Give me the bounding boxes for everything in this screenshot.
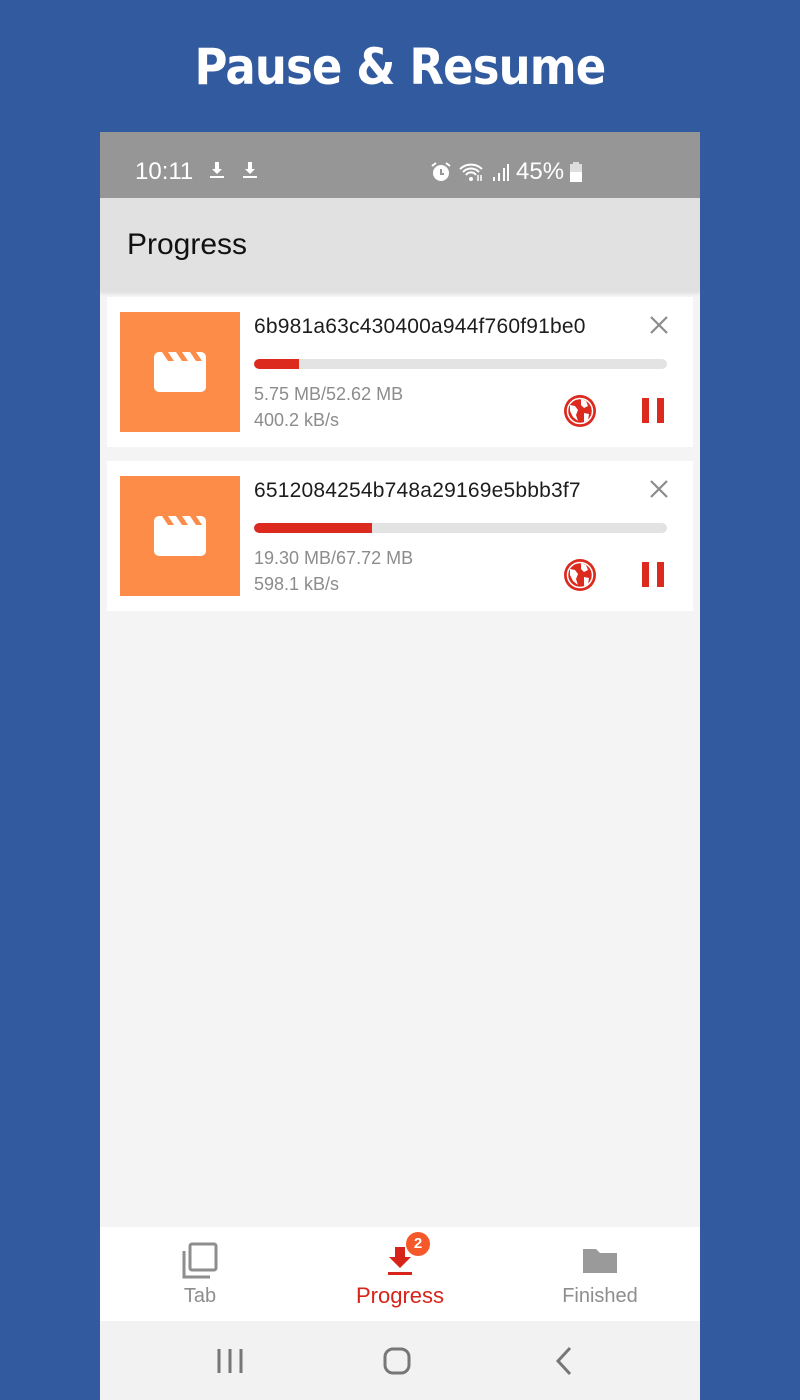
video-thumbnail: [120, 476, 240, 596]
close-icon[interactable]: [647, 477, 671, 501]
nav-label: Progress: [355, 1283, 445, 1308]
wifi-icon: [459, 163, 483, 181]
nav-finished[interactable]: Finished: [500, 1227, 700, 1321]
progress-bar: [254, 359, 667, 369]
file-size: 5.75 MB/52.62 MB: [254, 384, 404, 404]
status-time: 10:11: [135, 158, 194, 185]
video-clapper-icon: [154, 516, 206, 556]
progress-bar: [254, 523, 667, 533]
progress-fill: [254, 359, 300, 369]
bottom-navigation: Tab 2 Progress Finished: [100, 1227, 700, 1321]
download-icon: [243, 162, 257, 178]
tabs-icon: [182, 1242, 218, 1279]
phone-screen: 10:11 45% Progress 6b981a63c430400a944f7…: [100, 132, 700, 1400]
notification-badge: 2: [406, 1232, 430, 1256]
back-icon[interactable]: [545, 1341, 585, 1381]
progress-fill: [254, 523, 372, 533]
download-item[interactable]: 6512084254b748a29169e5bbb3f7 19.30 MB/67…: [107, 461, 693, 611]
nav-progress[interactable]: 2 Progress: [300, 1227, 500, 1321]
recent-apps-icon[interactable]: [210, 1341, 250, 1381]
folder-icon: [583, 1249, 617, 1273]
banner-title: Pause & Resume: [194, 38, 607, 96]
download-icon: [210, 162, 224, 178]
globe-icon[interactable]: [562, 557, 598, 593]
globe-icon[interactable]: [562, 393, 598, 429]
close-icon[interactable]: [647, 313, 671, 337]
app-bar: Progress: [100, 198, 700, 292]
system-navigation-bar: [100, 1321, 700, 1400]
nav-label: Tab: [183, 1285, 217, 1307]
nav-label: Finished: [562, 1285, 638, 1307]
home-icon[interactable]: [377, 1341, 417, 1381]
download-speed: 598.1 kB/s: [254, 574, 340, 594]
page-title: Progress: [127, 228, 248, 261]
video-thumbnail: [120, 312, 240, 432]
download-item[interactable]: 6b981a63c430400a944f760f91be0 5.75 MB/52…: [107, 297, 693, 447]
pause-icon[interactable]: [642, 398, 664, 423]
video-clapper-icon: [154, 352, 206, 392]
status-bar: 10:11 45%: [100, 132, 700, 198]
file-name: 6512084254b748a29169e5bbb3f7: [254, 479, 581, 502]
battery-percent: 45%: [516, 158, 565, 185]
battery-icon: [570, 162, 583, 182]
file-name: 6b981a63c430400a944f760f91be0: [254, 315, 586, 338]
nav-tab[interactable]: Tab: [100, 1227, 300, 1321]
file-size: 19.30 MB/67.72 MB: [254, 548, 414, 568]
status-right: 45%: [430, 158, 583, 186]
pause-icon[interactable]: [642, 562, 664, 587]
signal-icon: [493, 164, 509, 181]
download-speed: 400.2 kB/s: [254, 410, 340, 430]
alarm-icon: [431, 162, 451, 181]
